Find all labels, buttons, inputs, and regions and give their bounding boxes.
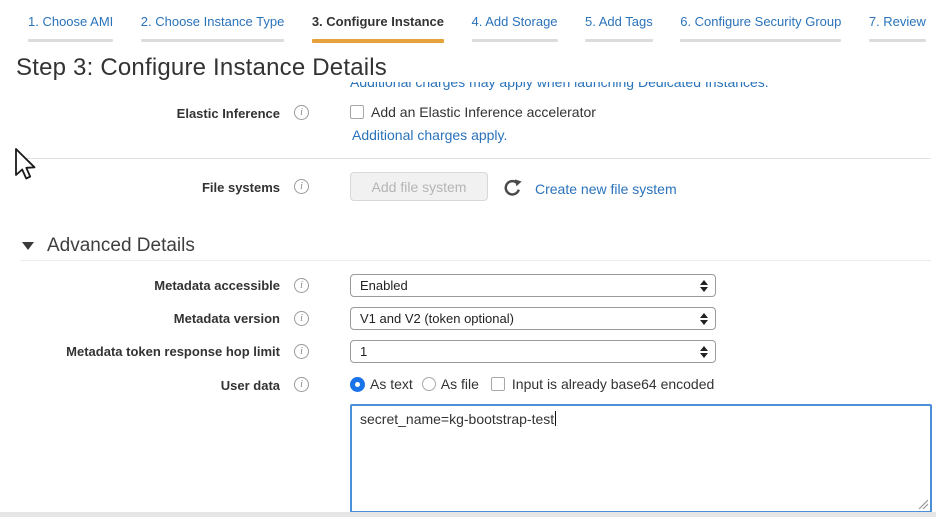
metadata-accessible-select[interactable]: Enabled [350, 274, 716, 297]
select-stepper-icon [700, 313, 708, 325]
user-data-text: secret_name=kg-bootstrap-test [360, 411, 554, 427]
tab-underline [472, 39, 558, 42]
refresh-icon[interactable] [503, 179, 522, 198]
tab-underline [680, 39, 841, 42]
info-icon[interactable]: i [294, 278, 309, 293]
footer-edge [0, 512, 936, 517]
elastic-inference-label: Elastic Inference [0, 104, 280, 121]
info-icon[interactable]: i [294, 179, 309, 194]
user-data-label: User data [0, 376, 280, 393]
metadata-version-value: V1 and V2 (token optional) [360, 311, 514, 326]
tab-label: 2. Choose Instance Type [141, 14, 285, 30]
as-text-radio-label: As text [370, 376, 413, 392]
metadata-version-select[interactable]: V1 and V2 (token optional) [350, 307, 716, 330]
user-data-row: User data i As text As file Input is alr… [0, 376, 936, 393]
tab-underline-active [312, 39, 444, 43]
base64-encoded-checkbox[interactable] [491, 377, 505, 391]
hop-limit-select[interactable]: 1 [350, 340, 716, 363]
additional-charges-link[interactable]: Additional charges apply. [352, 127, 507, 143]
hop-limit-label: Metadata token response hop limit [0, 340, 280, 359]
tab-add-tags[interactable]: 5. Add Tags [579, 14, 659, 42]
base64-encoded-checkbox-label: Input is already base64 encoded [512, 376, 714, 392]
file-systems-label: File systems [0, 172, 280, 195]
tab-label: 3. Configure Instance [312, 14, 444, 30]
tab-label: 4. Add Storage [472, 14, 558, 30]
tab-underline [585, 39, 653, 42]
hop-limit-row: Metadata token response hop limit i 1 [0, 340, 936, 363]
resize-handle-icon[interactable] [918, 499, 928, 509]
hop-limit-value: 1 [360, 344, 367, 359]
select-stepper-icon [700, 346, 708, 358]
tab-underline [141, 39, 285, 42]
create-new-file-system-link[interactable]: Create new file system [535, 181, 677, 197]
as-file-radio-label: As file [441, 376, 479, 392]
select-stepper-icon [700, 280, 708, 292]
divider [20, 260, 931, 261]
metadata-version-row: Metadata version i V1 and V2 (token opti… [0, 307, 936, 330]
tab-underline [28, 39, 113, 42]
info-icon[interactable]: i [294, 377, 309, 392]
tab-underline [869, 39, 926, 42]
tab-label: 7. Review [869, 14, 926, 30]
tab-choose-instance-type[interactable]: 2. Choose Instance Type [135, 14, 291, 42]
as-file-radio[interactable] [422, 377, 436, 391]
configure-instance-page: 1. Choose AMI 2. Choose Instance Type 3.… [0, 0, 936, 517]
tab-add-storage[interactable]: 4. Add Storage [466, 14, 564, 42]
advanced-details-title: Advanced Details [47, 235, 195, 257]
advanced-details-toggle[interactable]: Advanced Details [22, 235, 195, 257]
metadata-version-label: Metadata version [0, 307, 280, 326]
tab-configure-instance[interactable]: 3. Configure Instance [306, 14, 450, 43]
clipped-dedicated-instances-link-wrap: Additional charges may apply when launch… [350, 82, 920, 94]
tab-label: 5. Add Tags [585, 14, 653, 30]
as-text-radio[interactable] [350, 377, 365, 392]
page-title: Step 3: Configure Instance Details [16, 54, 387, 82]
user-data-textarea[interactable]: secret_name=kg-bootstrap-test [350, 404, 932, 513]
tab-configure-security-group[interactable]: 6. Configure Security Group [674, 14, 847, 42]
add-file-system-button[interactable]: Add file system [350, 172, 488, 201]
metadata-accessible-label: Metadata accessible [0, 274, 280, 293]
tab-label: 6. Configure Security Group [680, 14, 841, 30]
divider [20, 158, 931, 159]
dedicated-instances-charges-link[interactable]: Additional charges may apply when launch… [350, 82, 920, 90]
metadata-accessible-value: Enabled [360, 278, 408, 293]
wizard-step-tabs: 1. Choose AMI 2. Choose Instance Type 3.… [0, 0, 936, 47]
info-icon[interactable]: i [294, 105, 309, 120]
elastic-inference-row: Elastic Inference i Add an Elastic Infer… [0, 104, 936, 121]
info-icon[interactable]: i [294, 344, 309, 359]
file-systems-row: File systems i Add file system Create ne… [0, 172, 936, 201]
tab-label: 1. Choose AMI [28, 14, 113, 30]
tab-review[interactable]: 7. Review [863, 14, 932, 42]
text-caret [555, 411, 556, 426]
metadata-accessible-row: Metadata accessible i Enabled [0, 274, 936, 297]
elastic-inference-checkbox-label: Add an Elastic Inference accelerator [371, 104, 596, 120]
tab-choose-ami[interactable]: 1. Choose AMI [22, 14, 119, 42]
triangle-down-icon [22, 242, 34, 250]
elastic-inference-checkbox[interactable] [350, 105, 364, 119]
info-icon[interactable]: i [294, 311, 309, 326]
